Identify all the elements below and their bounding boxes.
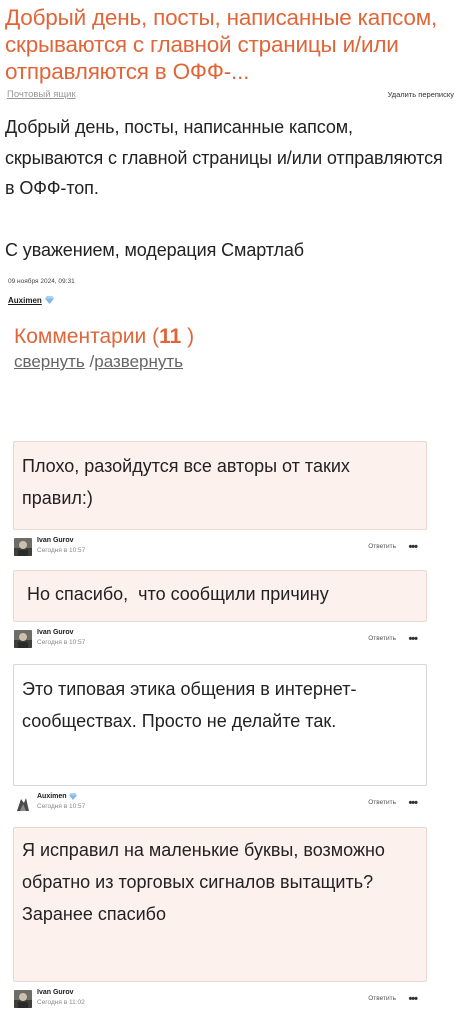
comment-author[interactable]: Ivan Gurov	[37, 629, 74, 636]
comment-time: Сегодня в 10:57	[37, 803, 86, 810]
topic-meta-row: Почтовый ящик Удалить переписку	[7, 89, 454, 103]
more-options-icon[interactable]: •••	[408, 541, 418, 553]
avatar[interactable]	[14, 990, 32, 1008]
post-paragraph: Добрый день, посты, написанные капсом, с…	[5, 117, 443, 198]
comment-bubble: Это типовая этика общения в интернет-соо…	[13, 664, 427, 786]
post-body: Добрый день, посты, написанные капсом, с…	[5, 112, 452, 265]
comment-item: Но спасибо, что сообщили причину Ivan Gu…	[13, 570, 427, 650]
mailbox-link[interactable]: Почтовый ящик	[7, 89, 76, 100]
comment-time: Сегодня в 10:57	[37, 639, 86, 646]
comment-text: Я исправил на маленькие буквы, возможно …	[22, 840, 385, 924]
diamond-icon	[68, 793, 77, 800]
post-author-link[interactable]: Auximen	[8, 296, 42, 305]
more-options-icon[interactable]: •••	[408, 797, 418, 809]
reply-button[interactable]: Ответить	[368, 635, 396, 642]
collapse-link[interactable]: свернуть	[14, 352, 85, 371]
comment-author[interactable]: Ivan Gurov	[37, 537, 74, 544]
comment-item: Я исправил на маленькие буквы, возможно …	[13, 827, 427, 1010]
topic-title: Добрый день, посты, написанные капсом, с…	[5, 5, 438, 84]
diamond-icon	[44, 296, 54, 304]
comment-time: Сегодня в 10:57	[37, 547, 86, 554]
reply-button[interactable]: Ответить	[368, 799, 396, 806]
delete-conversation-link[interactable]: Удалить переписку	[388, 90, 454, 99]
comment-time: Сегодня в 11:02	[37, 999, 85, 1006]
avatar[interactable]	[14, 630, 32, 648]
avatar[interactable]	[14, 794, 32, 812]
comment-author: Auximen	[37, 793, 77, 800]
post-date: 09 ноября 2024, 09:31	[8, 278, 75, 285]
comment-author[interactable]: Ivan Gurov	[37, 989, 74, 996]
avatar[interactable]	[14, 538, 32, 556]
expand-link[interactable]: развернуть	[94, 352, 183, 371]
comments-count: 11	[159, 325, 182, 348]
toggle-separator: /	[84, 352, 95, 371]
comment-text: Плохо, разойдутся все авторы от таких пр…	[22, 456, 350, 508]
comment-meta: Ivan Gurov Сегодня в 11:02 Ответить •••	[13, 988, 427, 1010]
comment-item: Плохо, разойдутся все авторы от таких пр…	[13, 441, 427, 558]
comment-bubble: Плохо, разойдутся все авторы от таких пр…	[13, 441, 427, 530]
comments-close-paren: )	[181, 325, 195, 348]
comment-meta: Ivan Gurov Сегодня в 10:57 Ответить •••	[13, 628, 427, 650]
comments-toggle: свернуть /развернуть	[14, 352, 462, 372]
post-regards: С уважением, модерация Смартлаб	[5, 239, 305, 260]
comment-author-name[interactable]: Auximen	[37, 793, 67, 800]
comment-meta: Ivan Gurov Сегодня в 10:57 Ответить •••	[13, 536, 427, 558]
reply-button[interactable]: Ответить	[368, 995, 396, 1002]
more-options-icon[interactable]: •••	[408, 633, 418, 645]
comment-text: Это типовая этика общения в интернет-соо…	[22, 679, 357, 731]
comment-text: Но спасибо, что сообщили причину	[22, 584, 329, 604]
post-author: Auximen	[8, 294, 462, 306]
comments-header: Комментарии (11 )	[14, 324, 462, 350]
more-options-icon[interactable]: •••	[408, 993, 418, 1005]
comment-bubble: Но спасибо, что сообщили причину	[13, 570, 427, 622]
comment-item: Это типовая этика общения в интернет-соо…	[13, 664, 427, 814]
comment-bubble: Я исправил на маленькие буквы, возможно …	[13, 827, 427, 982]
comments-label: Комментарии (	[14, 325, 160, 348]
reply-button[interactable]: Ответить	[368, 543, 396, 550]
comment-meta: Auximen Сегодня в 10:57 Ответить •••	[13, 792, 427, 814]
